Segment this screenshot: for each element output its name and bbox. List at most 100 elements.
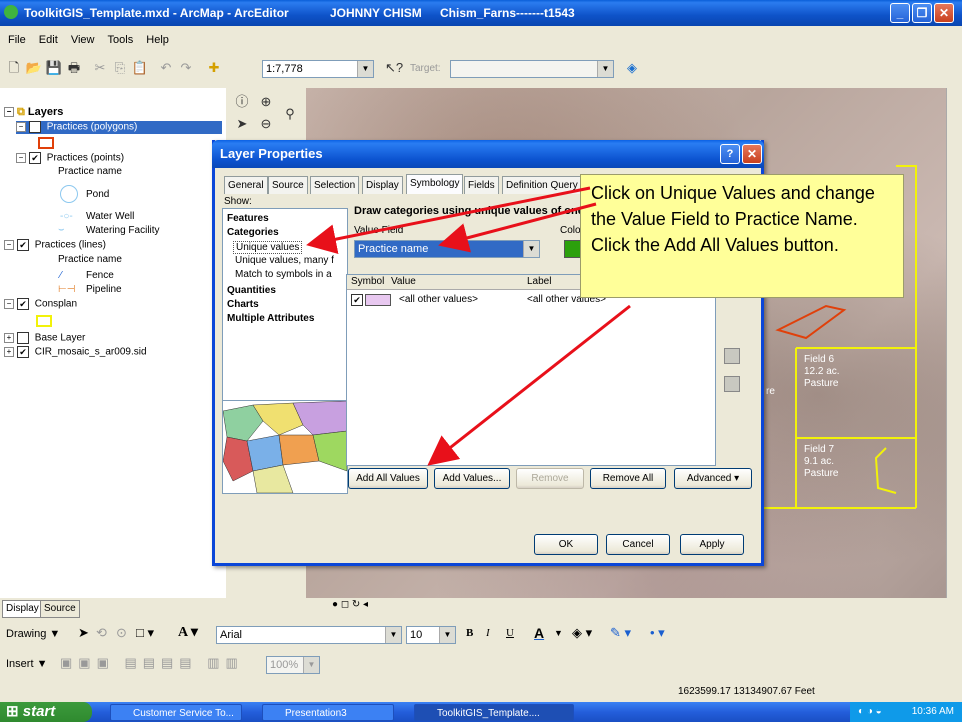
- cut-icon[interactable]: ✂: [90, 58, 110, 78]
- toc-layer-cir[interactable]: + ✔ CIR_mosaic_s_ar009.sid: [4, 346, 147, 358]
- window-title-bar[interactable]: ToolkitGIS_Template.mxd - ArcMap - ArcEd…: [0, 0, 962, 26]
- toc-layer-polygons[interactable]: − ✔ Practices (polygons): [16, 121, 222, 134]
- fence-symbol-icon[interactable]: ⁄: [60, 270, 62, 281]
- bold-button[interactable]: B: [466, 627, 473, 639]
- layer-visibility-checkbox[interactable]: ✔: [29, 152, 41, 164]
- italic-button[interactable]: I: [486, 627, 490, 639]
- find-icon[interactable]: ⚲: [280, 104, 300, 124]
- tab-definition-query[interactable]: Definition Query: [502, 176, 590, 194]
- identify-icon[interactable]: ⓘ: [232, 92, 252, 112]
- expand-icon[interactable]: +: [4, 347, 14, 357]
- remove-all-button[interactable]: Remove All: [590, 468, 666, 489]
- remove-button[interactable]: Remove: [516, 468, 584, 489]
- show-item-quantities[interactable]: Quantities: [227, 285, 276, 296]
- show-item-unique-values-many[interactable]: Unique values, many f: [235, 255, 334, 266]
- chevron-down-icon[interactable]: ▼: [554, 628, 563, 638]
- move-down-icon[interactable]: [724, 376, 740, 392]
- menu-view[interactable]: View: [71, 34, 95, 46]
- layer-visibility-checkbox[interactable]: ✔: [29, 121, 41, 133]
- zoom-out-icon[interactable]: ⊖: [256, 114, 276, 134]
- polygon-symbol-icon[interactable]: [38, 137, 54, 149]
- start-button[interactable]: ⊞ start: [0, 702, 92, 722]
- toc-layer-base[interactable]: + Base Layer: [4, 332, 85, 344]
- taskbar-item-presentation[interactable]: Presentation3: [262, 704, 394, 721]
- apply-button[interactable]: Apply: [680, 534, 744, 555]
- watering-facility-symbol-icon[interactable]: ⌣: [58, 224, 65, 235]
- ok-button[interactable]: OK: [534, 534, 598, 555]
- chevron-down-icon[interactable]: ▼: [385, 627, 401, 643]
- font-name-combo[interactable]: Arial ▼: [216, 626, 402, 644]
- layer-visibility-checkbox[interactable]: ✔: [17, 239, 29, 251]
- map-scale-combo[interactable]: 1:7,778 ▼: [262, 60, 374, 78]
- dialog-help-button[interactable]: ?: [720, 144, 740, 164]
- menu-file[interactable]: File: [8, 34, 26, 46]
- row-visibility-checkbox[interactable]: ✔: [351, 294, 363, 306]
- zoom-in-icon[interactable]: ⊕: [256, 92, 276, 112]
- target-combo[interactable]: ▼: [450, 60, 614, 78]
- minimize-button[interactable]: _: [890, 3, 910, 23]
- map-vertical-scrollbar[interactable]: [946, 88, 962, 598]
- dialog-close-button[interactable]: ✕: [742, 144, 762, 164]
- copy-icon[interactable]: ⎘: [110, 58, 130, 78]
- column-symbol[interactable]: Symbol: [351, 276, 384, 287]
- toc-layer-points[interactable]: − ✔ Practices (points): [16, 152, 124, 164]
- layer-visibility-checkbox[interactable]: [17, 332, 29, 344]
- print-icon[interactable]: 🖶: [64, 58, 84, 78]
- insert-menu-button[interactable]: Insert ▼: [6, 658, 47, 670]
- consplan-symbol-icon[interactable]: [36, 315, 52, 327]
- marker-color-icon[interactable]: • ▾: [650, 625, 665, 641]
- map-horizontal-scrollbar[interactable]: ● ◻ ↻ ◂: [306, 598, 946, 614]
- tab-display[interactable]: Display: [362, 176, 403, 194]
- toc-layer-consplan[interactable]: − ✔ Consplan: [4, 298, 77, 310]
- dialog-title-bar[interactable]: Layer Properties ? ✕: [212, 140, 764, 168]
- tab-fields[interactable]: Fields: [464, 176, 499, 194]
- tray-icons[interactable]: ◐ ◑ ◒: [858, 706, 882, 717]
- tab-display[interactable]: Display: [2, 600, 43, 618]
- advanced-button[interactable]: Advanced ▾: [674, 468, 752, 489]
- chevron-down-icon[interactable]: ▼: [523, 241, 539, 257]
- fill-color-icon[interactable]: ◈ ▾: [572, 625, 592, 641]
- editor-icon[interactable]: ◈: [622, 58, 642, 78]
- add-data-icon[interactable]: ✚: [204, 58, 224, 78]
- collapse-icon[interactable]: −: [16, 122, 26, 132]
- chevron-down-icon[interactable]: ▼: [597, 61, 613, 77]
- zoom-percent-combo[interactable]: 100% ▼: [266, 656, 320, 674]
- layer-visibility-checkbox[interactable]: ✔: [17, 346, 29, 358]
- restore-button[interactable]: ❐: [912, 3, 932, 23]
- add-all-values-button[interactable]: Add All Values: [348, 468, 428, 489]
- add-values-button[interactable]: Add Values...: [434, 468, 510, 489]
- line-color-icon[interactable]: ✎ ▾: [610, 625, 631, 641]
- row-symbol-swatch[interactable]: [365, 294, 391, 306]
- redo-icon[interactable]: ↷: [176, 58, 196, 78]
- move-up-icon[interactable]: [724, 348, 740, 364]
- drawing-menu-button[interactable]: Drawing ▼: [6, 628, 60, 640]
- chevron-down-icon[interactable]: ▼: [439, 627, 455, 643]
- select-elements-icon[interactable]: ➤: [78, 625, 89, 641]
- expand-icon[interactable]: +: [4, 333, 14, 343]
- column-value[interactable]: Value: [391, 276, 416, 287]
- select-arrow-icon[interactable]: ➤: [232, 114, 252, 134]
- layer-visibility-checkbox[interactable]: ✔: [17, 298, 29, 310]
- undo-icon[interactable]: ↶: [156, 58, 176, 78]
- menu-edit[interactable]: Edit: [39, 34, 58, 46]
- cancel-button[interactable]: Cancel: [606, 534, 670, 555]
- save-icon[interactable]: 💾: [44, 58, 64, 78]
- collapse-icon[interactable]: −: [16, 153, 26, 163]
- layout-tools-icons[interactable]: ▣▣▣ ▤▤▤▤ ▥▥: [60, 655, 244, 671]
- menu-help[interactable]: Help: [146, 34, 169, 46]
- show-item-multiple-attributes[interactable]: Multiple Attributes: [227, 313, 314, 324]
- show-item-match-symbols[interactable]: Match to symbols in a: [235, 269, 332, 280]
- open-folder-icon[interactable]: 📂: [24, 58, 44, 78]
- show-item-categories[interactable]: Categories: [227, 227, 279, 238]
- tab-source[interactable]: Source: [40, 600, 80, 618]
- toc-layers-root[interactable]: − ⧉ Layers: [4, 106, 63, 119]
- collapse-icon[interactable]: −: [4, 299, 14, 309]
- underline-button[interactable]: U: [506, 627, 514, 639]
- font-size-combo[interactable]: 10 ▼: [406, 626, 456, 644]
- chevron-down-icon[interactable]: ▼: [303, 657, 319, 673]
- menu-tools[interactable]: Tools: [108, 34, 134, 46]
- new-document-icon[interactable]: 🗋: [4, 58, 24, 78]
- whats-this-icon[interactable]: ↖?: [384, 58, 404, 78]
- column-label[interactable]: Label: [527, 276, 551, 287]
- font-color-button[interactable]: A: [534, 625, 544, 641]
